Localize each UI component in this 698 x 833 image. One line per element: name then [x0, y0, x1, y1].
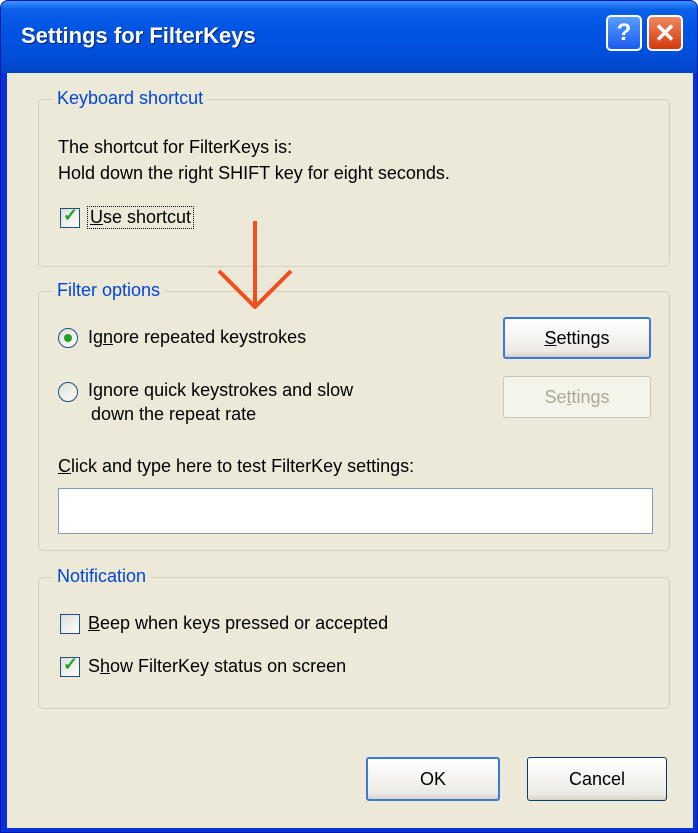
filter-options-group: Filter options Ignore repeated keystroke… [38, 280, 670, 551]
group-label-keyboard-shortcut: Keyboard shortcut [53, 88, 208, 109]
checkmark-icon: ✓ [63, 205, 79, 225]
dialog-body: Keyboard shortcut The shortcut for Filte… [7, 73, 693, 828]
cancel-button[interactable]: Cancel [527, 757, 667, 801]
shortcut-description-line1: The shortcut for FilterKeys is: [58, 137, 293, 157]
ok-button[interactable]: OK [366, 757, 500, 801]
ignore-quick-label-line2[interactable]: down the repeat rate [91, 404, 256, 425]
title-bar[interactable]: Settings for FilterKeys ? ✕ [1, 1, 697, 73]
show-status-checkbox[interactable]: ✓ [60, 654, 80, 677]
window-title: Settings for FilterKeys [21, 23, 256, 48]
help-button[interactable]: ? [606, 15, 642, 51]
ignore-repeated-label[interactable]: Ignore repeated keystrokes [88, 327, 306, 348]
use-shortcut-checkbox[interactable]: ✓ [60, 205, 80, 228]
arrow-annotation-icon [217, 221, 293, 309]
checkmark-icon: ✓ [63, 654, 79, 674]
radio-selected-dot [64, 334, 72, 342]
ignore-quick-label-line1[interactable]: Ignore quick keystrokes and slow [88, 380, 353, 401]
beep-checkbox[interactable] [60, 614, 80, 634]
close-icon: ✕ [654, 18, 676, 48]
ignore-quick-radio[interactable] [58, 382, 78, 402]
settings-button-repeated[interactable]: Settings [503, 317, 651, 359]
show-status-label[interactable]: Show FilterKey status on screen [88, 656, 346, 677]
filterkeys-settings-window: Settings for FilterKeys ? ✕ Keyboard sho… [0, 0, 698, 833]
keyboard-shortcut-group: Keyboard shortcut The shortcut for Filte… [38, 88, 670, 267]
use-shortcut-label[interactable]: Use shortcut [86, 206, 195, 229]
ignore-repeated-radio[interactable] [58, 328, 78, 348]
shortcut-description-line2: Hold down the right SHIFT key for eight … [58, 163, 450, 183]
notification-group: Notification Beep when keys pressed or a… [38, 566, 670, 709]
filterkey-test-input[interactable] [58, 488, 653, 534]
close-button[interactable]: ✕ [647, 15, 683, 51]
group-label-filter-options: Filter options [53, 280, 165, 301]
beep-label[interactable]: Beep when keys pressed or accepted [88, 613, 388, 634]
test-field-label: Click and type here to test FilterKey se… [58, 456, 415, 476]
settings-button-quick: Settings [503, 376, 651, 418]
group-label-notification: Notification [53, 566, 151, 587]
question-mark-icon: ? [616, 19, 632, 46]
